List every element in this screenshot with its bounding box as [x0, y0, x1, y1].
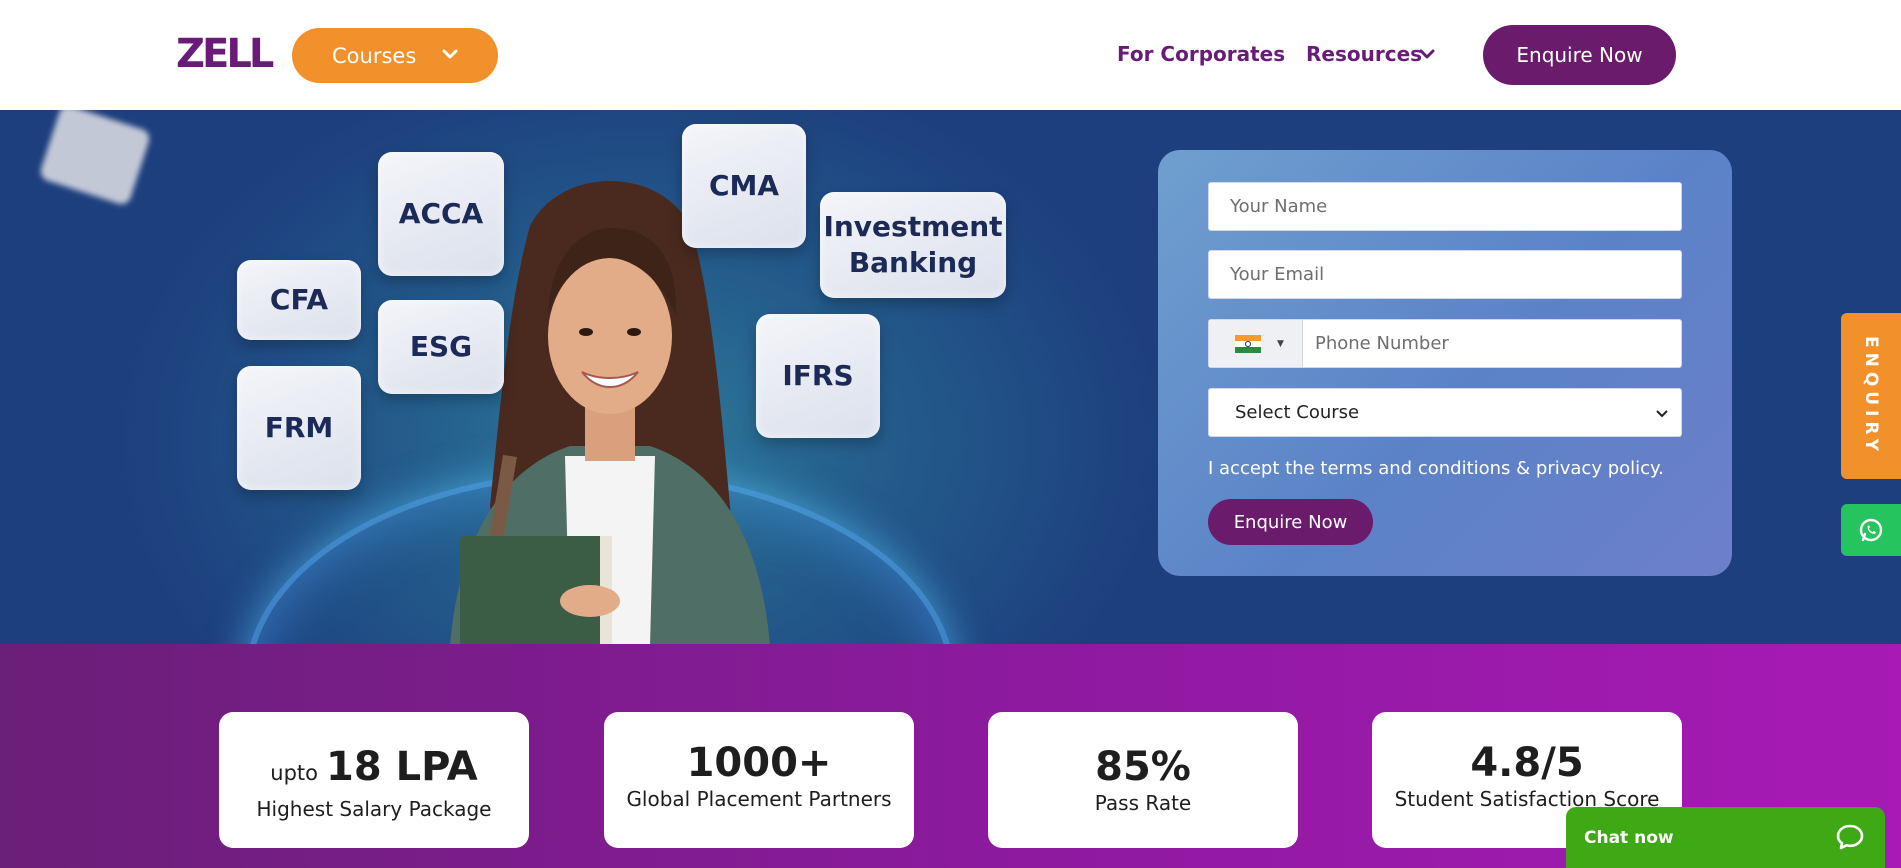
side-enquiry-label: ENQUIRY: [1861, 336, 1881, 456]
whatsapp-icon: [1859, 518, 1883, 542]
nav-for-corporates[interactable]: For Corporates: [1117, 42, 1285, 66]
name-input[interactable]: Your Name: [1208, 182, 1682, 231]
tile-frm: FRM: [237, 366, 361, 490]
stat-label: Pass Rate: [1094, 791, 1192, 815]
caret-down-icon: ▼: [1277, 338, 1284, 349]
hero-banner: ACCA CMA Investment Banking CFA ESG IFRS…: [0, 110, 1901, 644]
stat-value: 85%: [1095, 744, 1191, 790]
courses-dropdown-button[interactable]: Courses: [292, 28, 498, 83]
enquiry-form: Your Name Your Email ▼ Phone Number Sele…: [1158, 150, 1732, 576]
stat-value: 4.8/5: [1470, 740, 1584, 786]
india-flag-icon: [1235, 334, 1261, 353]
stat-card: 85% Pass Rate: [988, 712, 1298, 848]
stat-number: 18 LPA: [326, 744, 478, 790]
chat-now-label: Chat now: [1584, 827, 1674, 848]
courses-label: Courses: [332, 43, 417, 68]
phone-number-input[interactable]: Phone Number: [1303, 333, 1449, 354]
stat-label: Highest Salary Package: [256, 797, 492, 821]
tile-ifrs: IFRS: [756, 314, 880, 438]
decorative-blob: [38, 110, 152, 207]
chevron-down-icon: [1419, 49, 1435, 59]
phone-input-group: ▼ Phone Number: [1208, 319, 1682, 368]
stat-card: upto 18 LPA Highest Salary Package: [219, 712, 529, 848]
chevron-down-icon: [1656, 409, 1668, 417]
tile-cfa: CFA: [237, 260, 361, 340]
form-enquire-now-button[interactable]: Enquire Now: [1208, 499, 1373, 545]
tile-investment-banking: Investment Banking: [820, 192, 1006, 298]
course-select-value: Select Course: [1235, 402, 1360, 423]
tile-esg: ESG: [378, 300, 504, 394]
terms-text[interactable]: I accept the terms and conditions & priv…: [1208, 458, 1664, 479]
whatsapp-button[interactable]: [1841, 504, 1901, 556]
country-code-selector[interactable]: ▼: [1209, 320, 1303, 367]
chat-now-widget[interactable]: Chat now: [1566, 807, 1885, 868]
site-header: ZELL Courses For Corporates Resources En…: [0, 0, 1901, 110]
zell-logo[interactable]: ZELL: [176, 34, 274, 74]
chat-bubble-icon: [1836, 824, 1864, 850]
stat-prefix: upto: [270, 761, 319, 785]
stat-value: 1000+: [686, 740, 832, 786]
course-select[interactable]: Select Course: [1208, 388, 1682, 437]
tile-acca: ACCA: [378, 152, 504, 276]
stat-value: upto 18 LPA: [219, 744, 529, 796]
email-input[interactable]: Your Email: [1208, 250, 1682, 299]
enquire-now-button[interactable]: Enquire Now: [1483, 25, 1676, 85]
stat-label: Global Placement Partners: [626, 787, 892, 811]
chevron-down-icon: [442, 49, 458, 59]
nav-resources-label: Resources: [1306, 42, 1423, 66]
tile-cma: CMA: [682, 124, 806, 248]
nav-resources[interactable]: Resources: [1306, 42, 1435, 66]
stat-card: 1000+ Global Placement Partners: [604, 712, 914, 848]
side-enquiry-tab[interactable]: ENQUIRY: [1841, 313, 1901, 479]
